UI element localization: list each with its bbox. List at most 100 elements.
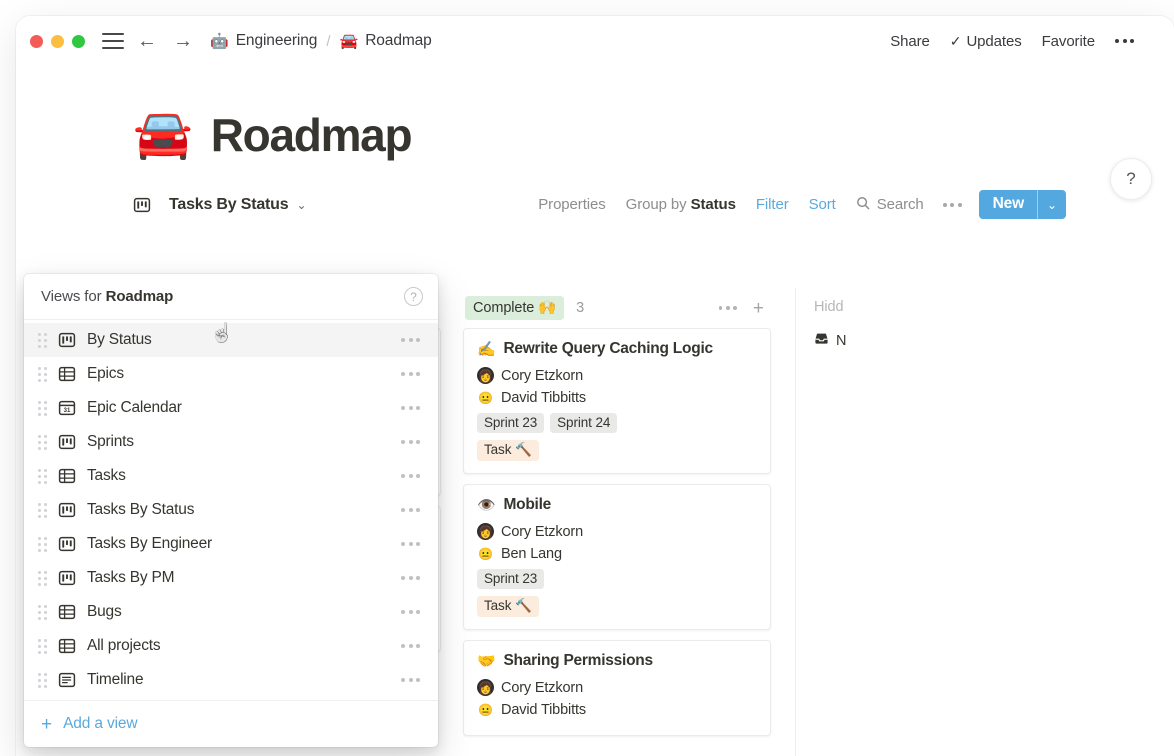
drag-handle-icon[interactable] bbox=[36, 570, 48, 586]
chevron-down-icon[interactable]: ⌄ bbox=[1038, 190, 1066, 219]
question-mark-icon[interactable]: ? bbox=[404, 287, 423, 306]
view-row-timeline[interactable]: Timeline bbox=[24, 663, 438, 697]
view-row-more-icon[interactable] bbox=[398, 603, 423, 621]
board-icon bbox=[58, 535, 76, 553]
page-body: 🚘 Roadmap Tasks By Status ⌄ Properties bbox=[16, 66, 1174, 220]
column-count: 3 bbox=[576, 300, 584, 316]
add-view-button[interactable]: + Add a view bbox=[24, 700, 438, 747]
new-button-label: New bbox=[979, 190, 1037, 219]
properties-button[interactable]: Properties bbox=[528, 191, 615, 218]
view-row-by-status[interactable]: By Status☝ bbox=[24, 323, 438, 357]
forward-arrow-icon[interactable]: → bbox=[170, 28, 196, 54]
avatar: 👩 bbox=[477, 367, 494, 384]
drag-handle-icon[interactable] bbox=[36, 434, 48, 450]
sort-button[interactable]: Sort bbox=[799, 191, 846, 218]
hidden-column: HiddN bbox=[795, 288, 905, 756]
board-icon bbox=[58, 501, 76, 519]
view-row-more-icon[interactable] bbox=[398, 535, 423, 553]
toolbar-more-icon[interactable] bbox=[934, 195, 971, 215]
minimize-window-button[interactable] bbox=[51, 35, 64, 48]
card-person-name: Cory Etzkorn bbox=[501, 368, 583, 384]
view-row-tasks-by-status[interactable]: Tasks By Status bbox=[24, 493, 438, 527]
card-person: 😐David Tibbitts bbox=[477, 701, 586, 718]
view-row-epic-calendar[interactable]: 31Epic Calendar bbox=[24, 391, 438, 425]
filter-button[interactable]: Filter bbox=[746, 191, 799, 218]
card-emoji-icon: 🤝 bbox=[477, 654, 495, 669]
drag-handle-icon[interactable] bbox=[36, 468, 48, 484]
maximize-window-button[interactable] bbox=[72, 35, 85, 48]
inbox-icon bbox=[814, 331, 829, 350]
view-row-more-icon[interactable] bbox=[398, 433, 423, 451]
hammer-icon: 🔨 bbox=[515, 442, 532, 457]
view-row-all-projects[interactable]: All projects bbox=[24, 629, 438, 663]
group-by-button[interactable]: Group by Status bbox=[616, 191, 746, 218]
column-more-icon[interactable] bbox=[714, 300, 742, 316]
view-row-bugs[interactable]: Bugs bbox=[24, 595, 438, 629]
search-button[interactable]: Search bbox=[846, 191, 934, 219]
hidden-column-item[interactable]: N bbox=[800, 315, 905, 350]
close-window-button[interactable] bbox=[30, 35, 43, 48]
sprint-tag[interactable]: Sprint 23 bbox=[477, 413, 544, 433]
card-title-label: Mobile bbox=[503, 496, 551, 514]
back-arrow-icon[interactable]: ← bbox=[134, 28, 160, 54]
card-title: 🤝Sharing Permissions bbox=[477, 652, 757, 670]
avatar: 👩 bbox=[477, 523, 494, 540]
sprint-tag[interactable]: Sprint 24 bbox=[550, 413, 617, 433]
view-switcher-button[interactable]: Tasks By Status ⌄ bbox=[133, 196, 307, 214]
search-label: Search bbox=[877, 196, 924, 213]
sprint-tag[interactable]: Sprint 23 bbox=[477, 569, 544, 589]
hamburger-icon[interactable] bbox=[102, 33, 124, 49]
view-row-more-icon[interactable] bbox=[398, 365, 423, 383]
view-row-more-icon[interactable] bbox=[398, 569, 423, 587]
drag-handle-icon[interactable] bbox=[36, 536, 48, 552]
hidden-column-item-label: N bbox=[836, 333, 846, 349]
view-row-label: Tasks By Engineer bbox=[87, 535, 212, 553]
updates-label: Updates bbox=[966, 33, 1021, 50]
breadcrumb-item-roadmap[interactable]: 🚘 Roadmap bbox=[340, 32, 432, 50]
updates-button[interactable]: ✓Updates bbox=[940, 29, 1032, 54]
window-controls[interactable] bbox=[30, 35, 85, 48]
card-title: ✍️Rewrite Query Caching Logic bbox=[477, 340, 757, 358]
list-icon bbox=[58, 671, 76, 689]
card-emoji-icon: ✍️ bbox=[477, 342, 495, 357]
table-icon bbox=[58, 365, 76, 383]
card-sprint-tags: Sprint 23 bbox=[477, 569, 757, 589]
type-tag[interactable]: Task 🔨 bbox=[477, 596, 539, 617]
drag-handle-icon[interactable] bbox=[36, 672, 48, 688]
drag-handle-icon[interactable] bbox=[36, 366, 48, 382]
type-tag[interactable]: Task 🔨 bbox=[477, 440, 539, 461]
car-icon[interactable]: 🚘 bbox=[133, 111, 193, 159]
board-card[interactable]: 🤝Sharing Permissions👩Cory Etzkorn😐David … bbox=[463, 640, 771, 736]
card-person-name: David Tibbitts bbox=[501, 390, 586, 406]
drag-handle-icon[interactable] bbox=[36, 400, 48, 416]
view-row-tasks-by-pm[interactable]: Tasks By PM bbox=[24, 561, 438, 595]
new-button[interactable]: New ⌄ bbox=[979, 190, 1066, 219]
add-view-label: Add a view bbox=[63, 715, 137, 733]
view-row-more-icon[interactable] bbox=[398, 637, 423, 655]
view-row-more-icon[interactable] bbox=[398, 331, 423, 349]
drag-handle-icon[interactable] bbox=[36, 638, 48, 654]
view-row-tasks[interactable]: Tasks bbox=[24, 459, 438, 493]
view-row-epics[interactable]: Epics bbox=[24, 357, 438, 391]
view-row-more-icon[interactable] bbox=[398, 399, 423, 417]
view-row-more-icon[interactable] bbox=[398, 671, 423, 689]
view-row-more-icon[interactable] bbox=[398, 467, 423, 485]
more-options-icon[interactable] bbox=[1105, 31, 1144, 51]
board-card[interactable]: ✍️Rewrite Query Caching Logic 👩 Cory Etzko… bbox=[463, 328, 771, 474]
view-row-sprints[interactable]: Sprints bbox=[24, 425, 438, 459]
favorite-button[interactable]: Favorite bbox=[1032, 29, 1105, 54]
column-header: Complete 🙌 3 + bbox=[463, 288, 771, 328]
card-person: 😐Ben Lang bbox=[477, 545, 562, 562]
column-add-icon[interactable]: + bbox=[748, 297, 769, 320]
breadcrumb-item-engineering[interactable]: 🤖 Engineering bbox=[210, 32, 317, 50]
view-row-more-icon[interactable] bbox=[398, 501, 423, 519]
drag-handle-icon[interactable] bbox=[36, 502, 48, 518]
view-row-tasks-by-engineer[interactable]: Tasks By Engineer bbox=[24, 527, 438, 561]
drag-handle-icon[interactable] bbox=[36, 604, 48, 620]
column-status-badge[interactable]: Complete 🙌 bbox=[465, 296, 564, 320]
share-button[interactable]: Share bbox=[880, 29, 940, 54]
board-card[interactable]: 👁️Mobile👩Cory Etzkorn😐Ben LangSprint 23T… bbox=[463, 484, 771, 630]
card-people-row: 👩 Cory Etzkorn bbox=[477, 367, 757, 384]
drag-handle-icon[interactable] bbox=[36, 332, 48, 348]
help-button[interactable]: ? bbox=[1110, 158, 1152, 200]
